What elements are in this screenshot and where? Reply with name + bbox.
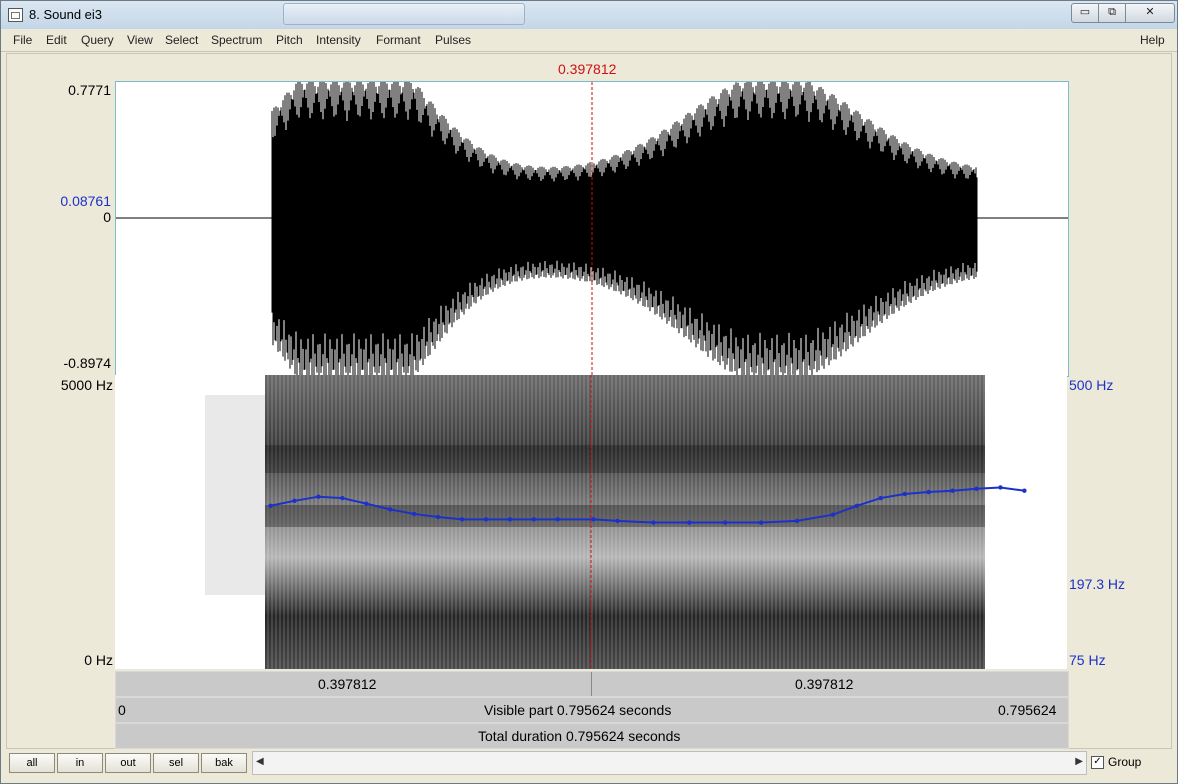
pitch-point bbox=[292, 498, 297, 504]
pitch-point bbox=[651, 520, 656, 525]
zoom-selection-button[interactable]: sel bbox=[153, 753, 199, 773]
pitch-point bbox=[483, 517, 489, 522]
menu-help[interactable]: Help bbox=[1140, 33, 1165, 47]
total-duration-bar[interactable]: Total duration 0.795624 seconds bbox=[115, 723, 1069, 749]
menu-spectrum[interactable]: Spectrum bbox=[211, 33, 262, 47]
pitch-point bbox=[794, 518, 800, 524]
time-scrollbar[interactable]: ◀ ▶ bbox=[252, 751, 1087, 775]
formant-band-f3 bbox=[265, 445, 985, 473]
pitch-point bbox=[830, 512, 836, 517]
menu-select[interactable]: Select bbox=[165, 33, 198, 47]
background-window-tab bbox=[283, 3, 525, 25]
menu-edit[interactable]: Edit bbox=[46, 33, 67, 47]
waveform-max-label: 0.7771 bbox=[68, 82, 111, 98]
group-checkbox-label: Group bbox=[1108, 755, 1142, 769]
selection-bar[interactable]: 0.397812 0.397812 bbox=[115, 671, 1069, 697]
menu-view[interactable]: View bbox=[127, 33, 153, 47]
group-checkbox[interactable]: ✓ Group bbox=[1091, 755, 1142, 770]
visible-end-label: 0.795624 bbox=[998, 702, 1057, 718]
pitch-point bbox=[687, 520, 692, 525]
menu-intensity[interactable]: Intensity bbox=[316, 33, 361, 47]
pitch-point bbox=[1022, 488, 1027, 493]
selection-divider bbox=[591, 672, 592, 696]
zoom-all-button[interactable]: all bbox=[9, 753, 55, 773]
pitch-point bbox=[555, 517, 560, 522]
spectrogram-min-freq-label: 0 Hz bbox=[84, 652, 113, 668]
pitch-point bbox=[268, 503, 273, 508]
waveform-zero-label: 0 bbox=[103, 209, 111, 225]
pitch-point bbox=[435, 514, 441, 520]
visible-part-label: Visible part 0.795624 seconds bbox=[484, 702, 672, 718]
spectrogram-noise-region bbox=[205, 395, 265, 595]
visible-start-label: 0 bbox=[118, 702, 126, 718]
close-button[interactable]: ✕ bbox=[1125, 3, 1175, 23]
pitch-point bbox=[388, 507, 393, 512]
menu-query[interactable]: Query bbox=[81, 33, 114, 47]
spectrogram-svg bbox=[205, 375, 1027, 669]
pitch-point bbox=[411, 511, 417, 517]
pitch-point bbox=[723, 520, 728, 525]
pitch-min-label: 75 Hz bbox=[1069, 652, 1106, 668]
pitch-point bbox=[459, 517, 465, 522]
pitch-point bbox=[950, 488, 955, 493]
group-checkbox-box[interactable]: ✓ bbox=[1091, 756, 1104, 770]
menu-pulses[interactable]: Pulses bbox=[435, 33, 471, 47]
pitch-point bbox=[998, 485, 1003, 490]
pitch-point bbox=[854, 503, 860, 508]
pitch-point bbox=[926, 489, 931, 495]
spectrogram-max-freq-label: 5000 Hz bbox=[60, 377, 113, 393]
maximize-button[interactable]: ⧉ bbox=[1098, 3, 1126, 23]
zoom-in-button[interactable]: in bbox=[57, 753, 103, 773]
waveform-pane[interactable] bbox=[115, 81, 1069, 377]
pitch-point bbox=[364, 501, 369, 506]
menu-file[interactable]: File bbox=[13, 33, 32, 47]
total-duration-label: Total duration 0.795624 seconds bbox=[478, 728, 681, 744]
menu-bar: File Edit Query View Select Spectrum Pit… bbox=[1, 29, 1177, 52]
scroll-left-icon[interactable]: ◀ bbox=[256, 756, 264, 767]
waveform-svg bbox=[116, 82, 1068, 376]
window-title: 8. Sound ei3 bbox=[29, 7, 103, 22]
menu-formant[interactable]: Formant bbox=[376, 33, 421, 47]
selection-left-label[interactable]: 0.397812 bbox=[318, 676, 376, 692]
menu-pitch[interactable]: Pitch bbox=[276, 33, 303, 47]
zoom-back-button[interactable]: bak bbox=[201, 753, 247, 773]
pitch-cursor-label: 197.3 Hz bbox=[1069, 576, 1126, 592]
pitch-point bbox=[591, 517, 596, 522]
zoom-out-button[interactable]: out bbox=[105, 753, 151, 773]
title-bar: 8. Sound ei3 ▭ ⧉ ✕ bbox=[1, 1, 1177, 29]
waveform-min-label: -0.8974 bbox=[63, 355, 111, 371]
pitch-point bbox=[340, 495, 345, 501]
bottom-toolbar: all in out sel bak ◀ ▶ ✓ Group bbox=[1, 749, 1177, 783]
pitch-point bbox=[615, 518, 620, 524]
pitch-point bbox=[878, 495, 883, 501]
pitch-max-label: 500 Hz bbox=[1069, 377, 1114, 393]
pitch-point bbox=[316, 494, 321, 499]
minimize-button[interactable]: ▭ bbox=[1071, 3, 1099, 23]
spectrogram-pane[interactable] bbox=[115, 375, 1067, 669]
visible-part-bar[interactable]: 0 Visible part 0.795624 seconds 0.795624 bbox=[115, 697, 1069, 723]
scroll-right-icon[interactable]: ▶ bbox=[1075, 756, 1083, 767]
sound-editor-window: 8. Sound ei3 ▭ ⧉ ✕ File Edit Query View … bbox=[0, 0, 1178, 784]
window-app-icon bbox=[8, 8, 23, 22]
formant-band-f2 bbox=[265, 505, 985, 527]
pitch-point bbox=[902, 491, 907, 497]
pitch-point bbox=[507, 517, 513, 522]
selection-right-label[interactable]: 0.397812 bbox=[795, 676, 853, 692]
cursor-time-label: 0.397812 bbox=[558, 61, 617, 77]
pitch-point bbox=[974, 486, 979, 491]
pitch-point bbox=[758, 520, 764, 525]
pitch-point bbox=[531, 517, 536, 522]
waveform-cursor-value-label: 0.08761 bbox=[60, 193, 111, 209]
